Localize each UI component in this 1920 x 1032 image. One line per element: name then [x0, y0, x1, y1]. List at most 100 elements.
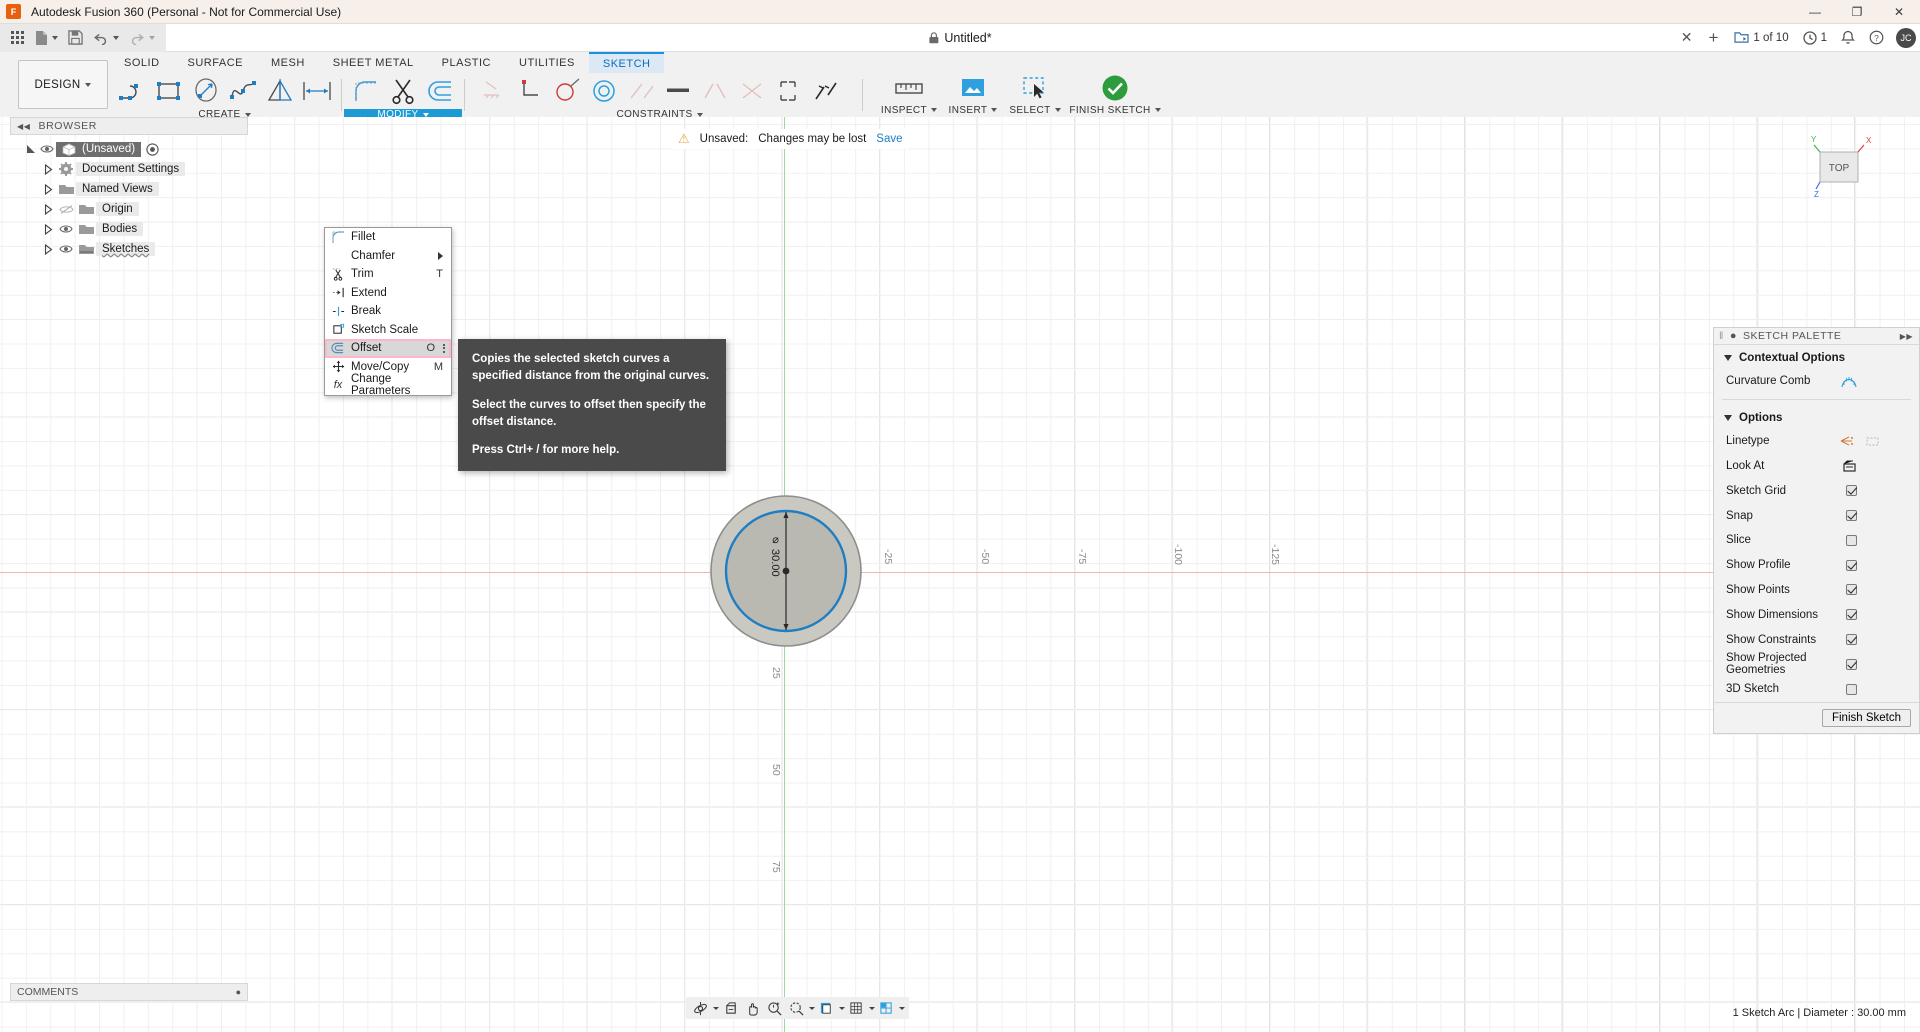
tab-plastic[interactable]: PLASTIC [428, 52, 505, 73]
palette-row-show-projected-geometries[interactable]: Show Projected Geometries [1714, 652, 1919, 677]
menu-item-change-parameters[interactable]: fx Change Parameters [325, 373, 451, 397]
mirror-tool-button[interactable] [262, 73, 298, 109]
avatar[interactable]: JC [1896, 27, 1916, 48]
circle-tool-button[interactable] [188, 73, 224, 109]
look-at-button[interactable] [720, 998, 741, 1018]
visibility-eye-icon[interactable] [56, 224, 76, 234]
palette-grip-icon[interactable]: ‖ [1719, 330, 1724, 342]
fix-constraint-button[interactable] [475, 73, 511, 109]
show-profile-checkbox[interactable] [1846, 559, 1857, 571]
sketch-geometry[interactable]: ⌀ 30.00 [708, 493, 864, 649]
fillet-tool-button[interactable] [348, 73, 384, 109]
tree-row-document-settings[interactable]: Document Settings [10, 159, 248, 179]
redo-button[interactable] [124, 24, 160, 52]
help-button[interactable]: ? [1863, 27, 1890, 48]
pan-button[interactable] [742, 998, 763, 1018]
viewports-button[interactable] [876, 998, 897, 1018]
tree-row-bodies[interactable]: Bodies [10, 219, 248, 239]
palette-row-show-points[interactable]: Show Points [1714, 578, 1919, 603]
job-status-button[interactable]: 1 of 10 [1728, 28, 1794, 47]
tab-sheet-metal[interactable]: SHEET METAL [319, 52, 428, 73]
spline-tool-button[interactable] [225, 73, 261, 109]
menu-item-extend[interactable]: Extend [325, 284, 451, 303]
slice-checkbox[interactable] [1846, 534, 1857, 546]
display-settings-button[interactable] [816, 998, 837, 1018]
curvature-comb-icon[interactable] [1841, 375, 1857, 388]
look-at-icon[interactable] [1842, 459, 1857, 473]
expand-arrow-icon[interactable] [40, 243, 56, 255]
palette-row-linetype[interactable]: Linetype [1714, 429, 1919, 454]
comments-panel-header[interactable]: COMMENTS ● [10, 983, 248, 1001]
orbit-button[interactable] [690, 998, 711, 1018]
menu-item-sketch-scale[interactable]: Sketch Scale [325, 321, 451, 340]
document-tab[interactable]: Untitled* [928, 31, 992, 45]
tab-surface[interactable]: SURFACE [174, 52, 257, 73]
tree-row-named-views[interactable]: Named Views [10, 179, 248, 199]
equal-constraint-button[interactable] [660, 73, 696, 109]
close-document-button[interactable]: ✕ [1675, 26, 1699, 49]
minimize-button[interactable]: — [1794, 0, 1836, 24]
collinear-constraint-button[interactable] [623, 73, 659, 109]
expand-arrow-icon[interactable] [40, 203, 56, 215]
tab-solid[interactable]: SOLID [110, 52, 174, 73]
rectangle-tool-button[interactable] [151, 73, 187, 109]
show-constraints-checkbox[interactable] [1846, 634, 1857, 646]
menu-item-trim[interactable]: Trim T [325, 265, 451, 284]
coincident-constraint-button[interactable] [512, 73, 548, 109]
menu-item-offset[interactable]: Offset O [325, 339, 451, 358]
concentric-constraint-button[interactable] [586, 73, 622, 109]
visibility-eye-icon[interactable] [38, 144, 56, 154]
canvas-workspace[interactable]: -25 -50 -75 -100 -125 25 50 75 ⌀ 30.00 T… [0, 117, 1920, 1032]
undo-button[interactable] [88, 24, 124, 52]
tab-utilities[interactable]: UTILITIES [505, 52, 589, 73]
notifications-button[interactable] [1835, 27, 1861, 48]
insert-tool-button[interactable] [958, 73, 988, 103]
palette-row-show-constraints[interactable]: Show Constraints [1714, 627, 1919, 652]
tab-mesh[interactable]: MESH [257, 52, 319, 73]
tab-sketch[interactable]: SKETCH [588, 52, 665, 73]
finish-sketch-tool-button[interactable] [1101, 73, 1129, 103]
activate-component-icon[interactable] [146, 142, 159, 156]
ribbon-group-insert-label[interactable]: INSERT [943, 103, 1003, 117]
palette-pin-icon[interactable]: ● [1730, 330, 1737, 342]
midpoint-constraint-button[interactable] [771, 73, 807, 109]
palette-row-look-at[interactable]: Look At [1714, 454, 1919, 479]
offset-tool-button[interactable] [422, 73, 458, 109]
zoom-button[interactable] [764, 998, 785, 1018]
save-button[interactable] [63, 24, 88, 52]
3d-sketch-checkbox[interactable] [1846, 683, 1857, 695]
chevron-down-icon[interactable] [809, 1006, 815, 1010]
section-contextual-options[interactable]: Contextual Options [1714, 345, 1919, 369]
expand-arrow-icon[interactable] [40, 183, 56, 195]
ribbon-group-inspect-label[interactable]: INSPECT [875, 103, 943, 117]
chevron-down-icon[interactable] [899, 1006, 905, 1010]
expand-arrow-icon[interactable] [40, 223, 56, 235]
diameter-dimension-label[interactable]: ⌀ 30.00 [769, 533, 782, 577]
finish-sketch-button[interactable]: Finish Sketch [1821, 708, 1911, 727]
ribbon-group-select-label[interactable]: SELECT [1003, 103, 1067, 117]
view-cube[interactable]: TOP Y X Z [1800, 127, 1900, 217]
menu-item-break[interactable]: Break [325, 302, 451, 321]
chevron-down-icon[interactable] [713, 1006, 719, 1010]
tangent-constraint-button[interactable] [549, 73, 585, 109]
new-document-button[interactable] [29, 24, 63, 52]
palette-expand-icon[interactable]: ▶▶ [1900, 332, 1913, 341]
chevron-down-icon[interactable] [839, 1006, 845, 1010]
expand-arrow-icon[interactable] [40, 163, 56, 175]
comments-expand-icon[interactable]: ● [236, 987, 241, 997]
palette-row-snap[interactable]: Snap [1714, 503, 1919, 528]
expand-arrow-icon[interactable] [24, 144, 38, 154]
palette-row-sketch-grid[interactable]: Sketch Grid [1714, 478, 1919, 503]
menu-item-fillet[interactable]: Fillet [325, 228, 451, 247]
linetype-construction-icon[interactable] [1865, 435, 1881, 448]
curvature-constraint-button[interactable] [734, 73, 770, 109]
linetype-normal-icon[interactable] [1839, 435, 1855, 448]
fit-button[interactable] [786, 998, 807, 1018]
palette-row-show-dimensions[interactable]: Show Dimensions [1714, 602, 1919, 627]
show-points-checkbox[interactable] [1846, 584, 1857, 596]
app-grid-menu-button[interactable] [6, 24, 29, 52]
snap-checkbox[interactable] [1846, 510, 1857, 522]
tree-row-unsaved[interactable]: (Unsaved) [10, 139, 248, 159]
close-button[interactable]: ✕ [1878, 0, 1920, 24]
break-constraint-button[interactable] [808, 73, 844, 109]
